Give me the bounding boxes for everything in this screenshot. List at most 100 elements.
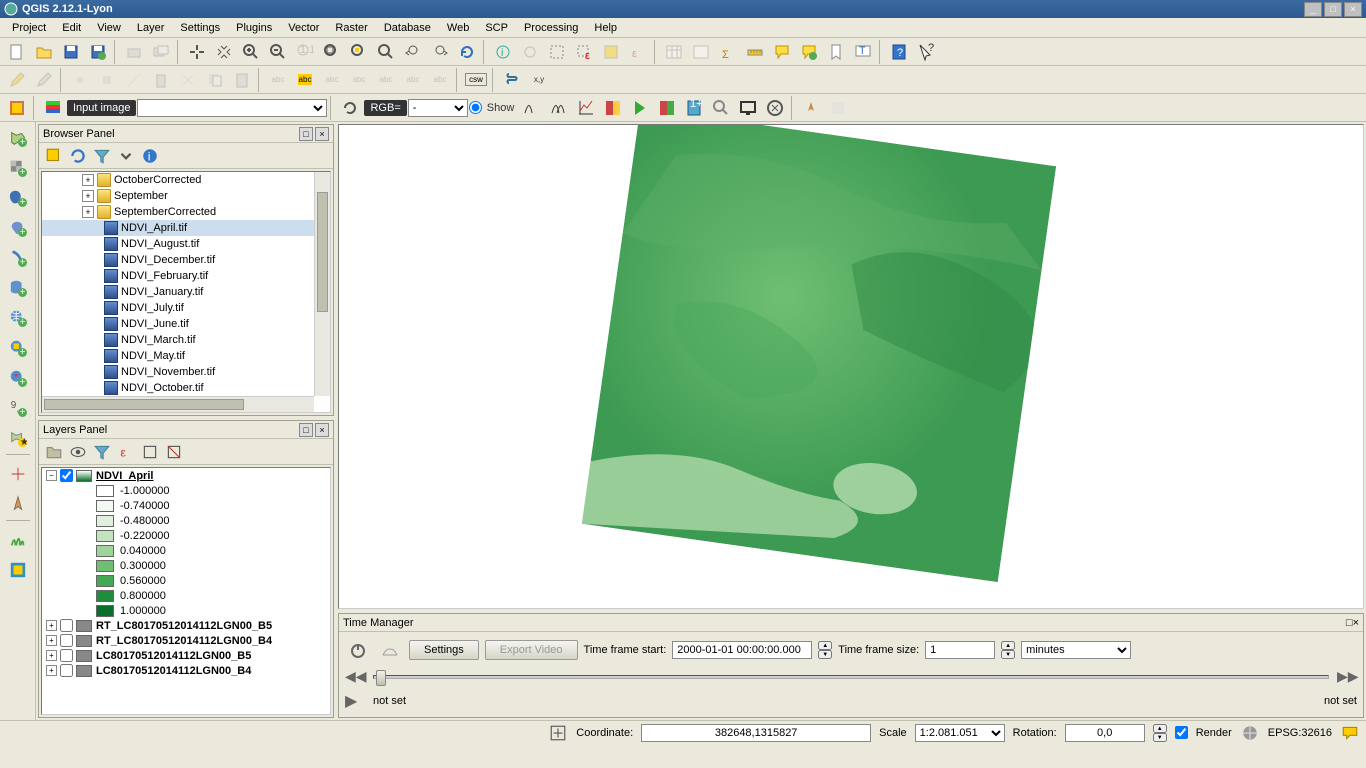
scp-rgb-select[interactable]: - <box>408 99 468 117</box>
scp-stretch1-button[interactable] <box>519 96 545 120</box>
print-composer-button[interactable] <box>121 40 147 64</box>
pan-button[interactable] <box>184 40 210 64</box>
browser-add-button[interactable] <box>43 145 65 167</box>
scp-bandset-button[interactable] <box>654 96 680 120</box>
layers-visibility-button[interactable] <box>67 441 89 463</box>
time-size-up-button[interactable]: ▲ <box>1001 641 1015 650</box>
layer-item[interactable]: +LC80170512014112LGN00_B5 <box>42 648 330 663</box>
scp-tool-button[interactable] <box>4 96 30 120</box>
deselect-all-button[interactable] <box>598 40 624 64</box>
status-messages-button[interactable] <box>1340 724 1360 742</box>
composer-manager-button[interactable] <box>148 40 174 64</box>
label-rotate-button[interactable]: abc <box>400 68 426 92</box>
browser-folder-item[interactable]: +OctoberCorrected <box>42 172 330 188</box>
time-next-button[interactable]: ▶▶ <box>1337 668 1357 685</box>
layers-remove-button[interactable] <box>163 441 185 463</box>
rotation-down-button[interactable]: ▼ <box>1153 733 1167 742</box>
refresh-button[interactable] <box>454 40 480 64</box>
layers-add-group-button[interactable] <box>43 441 65 463</box>
whats-this-button[interactable]: ? <box>913 40 939 64</box>
menu-layer[interactable]: Layer <box>129 20 173 36</box>
coord-crosshair-button[interactable] <box>3 460 33 488</box>
browser-filter-button[interactable] <box>91 145 113 167</box>
zoom-selection-button[interactable] <box>346 40 372 64</box>
browser-tree[interactable]: +OctoberCorrected+September+SeptemberCor… <box>41 171 331 413</box>
layer-visibility-checkbox[interactable] <box>60 634 73 647</box>
label-pin-button[interactable]: abc <box>319 68 345 92</box>
layer-visibility-checkbox[interactable] <box>60 469 73 482</box>
menu-plugins[interactable]: Plugins <box>228 20 280 36</box>
help-button[interactable]: ? <box>886 40 912 64</box>
browser-folder-item[interactable]: +September <box>42 188 330 204</box>
scp-roi-button[interactable] <box>40 96 66 120</box>
menu-database[interactable]: Database <box>376 20 439 36</box>
zoom-in-button[interactable] <box>238 40 264 64</box>
browser-collapse-button[interactable] <box>115 145 137 167</box>
browser-scroll-v[interactable] <box>314 172 330 396</box>
toggle-editing-button[interactable] <box>4 68 30 92</box>
browser-file-item[interactable]: NDVI_July.tif <box>42 300 330 316</box>
layer-expand-icon[interactable]: + <box>46 650 57 661</box>
zoom-native-button[interactable]: 1:1 <box>292 40 318 64</box>
scp-spectral-button[interactable] <box>708 96 734 120</box>
browser-file-item[interactable]: NDVI_November.tif <box>42 364 330 380</box>
copy-button[interactable] <box>202 68 228 92</box>
add-postgis-layer-button[interactable]: + <box>3 184 33 212</box>
layer-item[interactable]: +RT_LC80170512014112LGN00_B5 <box>42 618 330 633</box>
expand-icon[interactable]: + <box>82 206 94 218</box>
add-wms-layer-button[interactable]: + <box>3 304 33 332</box>
browser-scroll-h[interactable] <box>42 396 314 412</box>
add-wcs-layer-button[interactable]: + <box>3 334 33 362</box>
time-frame-start-input[interactable] <box>672 641 812 659</box>
status-coordinate-input[interactable] <box>641 724 871 742</box>
rotation-up-button[interactable]: ▲ <box>1153 724 1167 733</box>
expand-icon[interactable]: + <box>82 190 94 202</box>
add-oracle-layer-button[interactable]: + <box>3 274 33 302</box>
cut-button[interactable] <box>175 68 201 92</box>
menu-view[interactable]: View <box>89 20 129 36</box>
time-slider-thumb[interactable] <box>376 670 386 686</box>
zoom-next-button[interactable] <box>427 40 453 64</box>
zoom-full-button[interactable] <box>319 40 345 64</box>
layer-visibility-checkbox[interactable] <box>60 649 73 662</box>
time-archive-button[interactable] <box>377 638 403 662</box>
browser-properties-button[interactable]: i <box>139 145 161 167</box>
open-attribute-table-button[interactable] <box>661 40 687 64</box>
layer-expand-icon[interactable]: + <box>46 665 57 676</box>
menu-help[interactable]: Help <box>586 20 625 36</box>
move-feature-button[interactable] <box>94 68 120 92</box>
csw-button[interactable]: csw <box>463 68 489 92</box>
time-play-button[interactable]: ▶ <box>345 691 365 711</box>
time-undock-button[interactable]: □ <box>1346 617 1353 629</box>
status-render-checkbox[interactable] <box>1175 726 1188 739</box>
layers-expand-button[interactable] <box>139 441 161 463</box>
add-mssql-layer-button[interactable]: + <box>3 244 33 272</box>
browser-file-item[interactable]: NDVI_March.tif <box>42 332 330 348</box>
python-console-button[interactable] <box>499 68 525 92</box>
zoom-last-button[interactable] <box>400 40 426 64</box>
expand-icon[interactable]: + <box>82 174 94 186</box>
browser-file-item[interactable]: NDVI_June.tif <box>42 316 330 332</box>
text-annotation-button[interactable]: T <box>850 40 876 64</box>
menu-vector[interactable]: Vector <box>280 20 327 36</box>
bookmark-button[interactable] <box>796 40 822 64</box>
gps-button[interactable] <box>3 490 33 518</box>
coord-capture-button[interactable]: x,y <box>526 68 552 92</box>
add-csv-layer-button[interactable]: 9,+ <box>3 394 33 422</box>
new-project-button[interactable] <box>4 40 30 64</box>
menu-scp[interactable]: SCP <box>477 20 516 36</box>
menu-edit[interactable]: Edit <box>54 20 89 36</box>
add-raster-layer-button[interactable]: + <box>3 154 33 182</box>
grass-tools-button[interactable] <box>3 526 33 554</box>
label-abc-highlight-button[interactable]: abc <box>292 68 318 92</box>
add-spatialite-layer-button[interactable]: + <box>3 214 33 242</box>
open-project-button[interactable] <box>31 40 57 64</box>
status-scale-select[interactable]: 1:2.081.051 <box>915 724 1005 742</box>
pan-to-selection-button[interactable] <box>211 40 237 64</box>
statistics-button[interactable]: Σ <box>715 40 741 64</box>
layer-visibility-checkbox[interactable] <box>60 619 73 632</box>
browser-file-item[interactable]: NDVI_February.tif <box>42 268 330 284</box>
save-as-button[interactable] <box>85 40 111 64</box>
browser-folder-item[interactable]: +SeptemberCorrected <box>42 204 330 220</box>
status-crs-button[interactable] <box>1240 724 1260 742</box>
